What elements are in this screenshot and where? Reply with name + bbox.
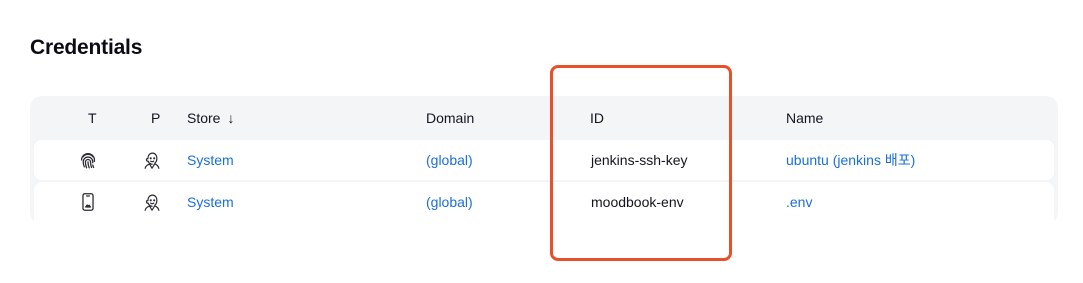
fingerprint-icon xyxy=(77,149,99,171)
credential-id: jenkins-ssh-key xyxy=(591,152,688,168)
domain-link[interactable]: (global) xyxy=(426,194,473,210)
column-header-store-label: Store xyxy=(187,110,221,126)
column-header-domain[interactable]: Domain xyxy=(426,110,474,126)
jenkins-icon xyxy=(141,191,163,213)
domain-link[interactable]: (global) xyxy=(426,152,473,168)
credential-id: moodbook-env xyxy=(591,194,684,210)
column-header-store[interactable]: Store ↓ xyxy=(187,110,234,126)
jenkins-icon xyxy=(141,149,163,171)
store-link[interactable]: System xyxy=(187,152,234,168)
column-header-id[interactable]: ID xyxy=(590,110,604,126)
column-header-name[interactable]: Name xyxy=(786,110,823,126)
mobile-file-icon xyxy=(77,191,99,213)
column-header-type[interactable]: T xyxy=(88,110,97,126)
column-header-provider[interactable]: P xyxy=(151,110,160,126)
table-row: System (global) jenkins-ssh-key ubuntu (… xyxy=(34,140,1054,180)
table-header: T P Store ↓ Domain ID Name xyxy=(30,96,1058,140)
store-link[interactable]: System xyxy=(187,194,234,210)
page-title: Credentials xyxy=(30,36,143,59)
credential-name-link[interactable]: ubuntu (jenkins 배포) xyxy=(786,152,915,168)
table-row: System (global) moodbook-env .env xyxy=(34,182,1054,224)
credential-name-link[interactable]: .env xyxy=(786,194,812,210)
sort-down-icon: ↓ xyxy=(227,110,235,126)
credentials-table: T P Store ↓ Domain ID Name System (globa… xyxy=(30,96,1058,224)
